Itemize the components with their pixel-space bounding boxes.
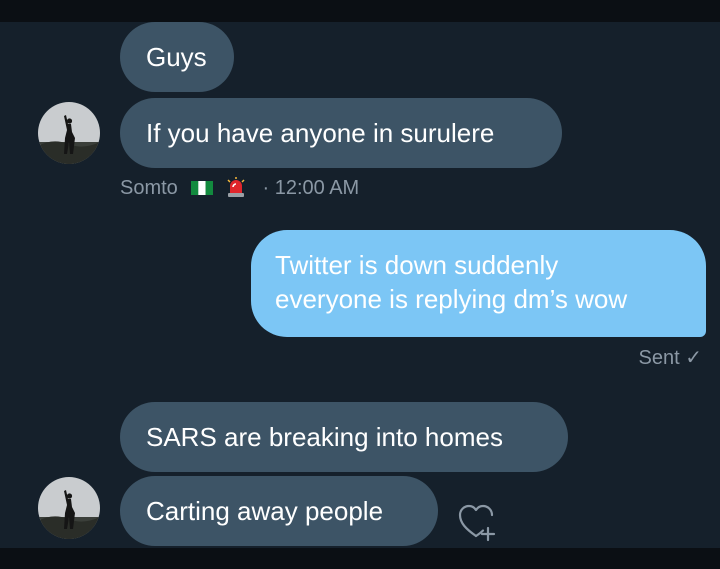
message-bubble[interactable]: Guys — [120, 22, 234, 92]
message-bubble[interactable]: Carting away people — [120, 476, 438, 546]
sent-message-bubble[interactable]: Twitter is down suddenly everyone is rep… — [251, 230, 706, 337]
message-text-line: everyone is replying dm’s wow — [275, 284, 628, 314]
message-text-line: Twitter is down suddenly — [275, 250, 559, 280]
message-bubble[interactable]: SARS are breaking into homes — [120, 402, 568, 472]
message-bubble[interactable]: If you have anyone in surulere — [120, 98, 562, 168]
nigeria-flag-icon — [191, 177, 214, 195]
heart-plus-icon[interactable] — [456, 502, 498, 542]
avatar[interactable] — [38, 102, 100, 164]
siren-emoji-icon — [225, 176, 247, 198]
message-text: SARS are breaking into homes — [146, 422, 503, 452]
dm-conversation: Guys If you have anyone in surulere Somt… — [0, 22, 720, 548]
message-time: · 12:00 AM — [262, 177, 360, 199]
avatar-photo — [38, 477, 100, 539]
avatar[interactable] — [38, 477, 100, 539]
avatar-photo — [38, 102, 100, 164]
message-meta: Somto · 12:00 AM — [120, 176, 359, 200]
sender-name: Somto — [120, 177, 178, 199]
sent-status: Sent ✓ — [638, 347, 702, 369]
message-text: If you have anyone in surulere — [146, 118, 495, 148]
message-text: Guys — [146, 42, 207, 72]
message-text: Carting away people — [146, 496, 384, 526]
